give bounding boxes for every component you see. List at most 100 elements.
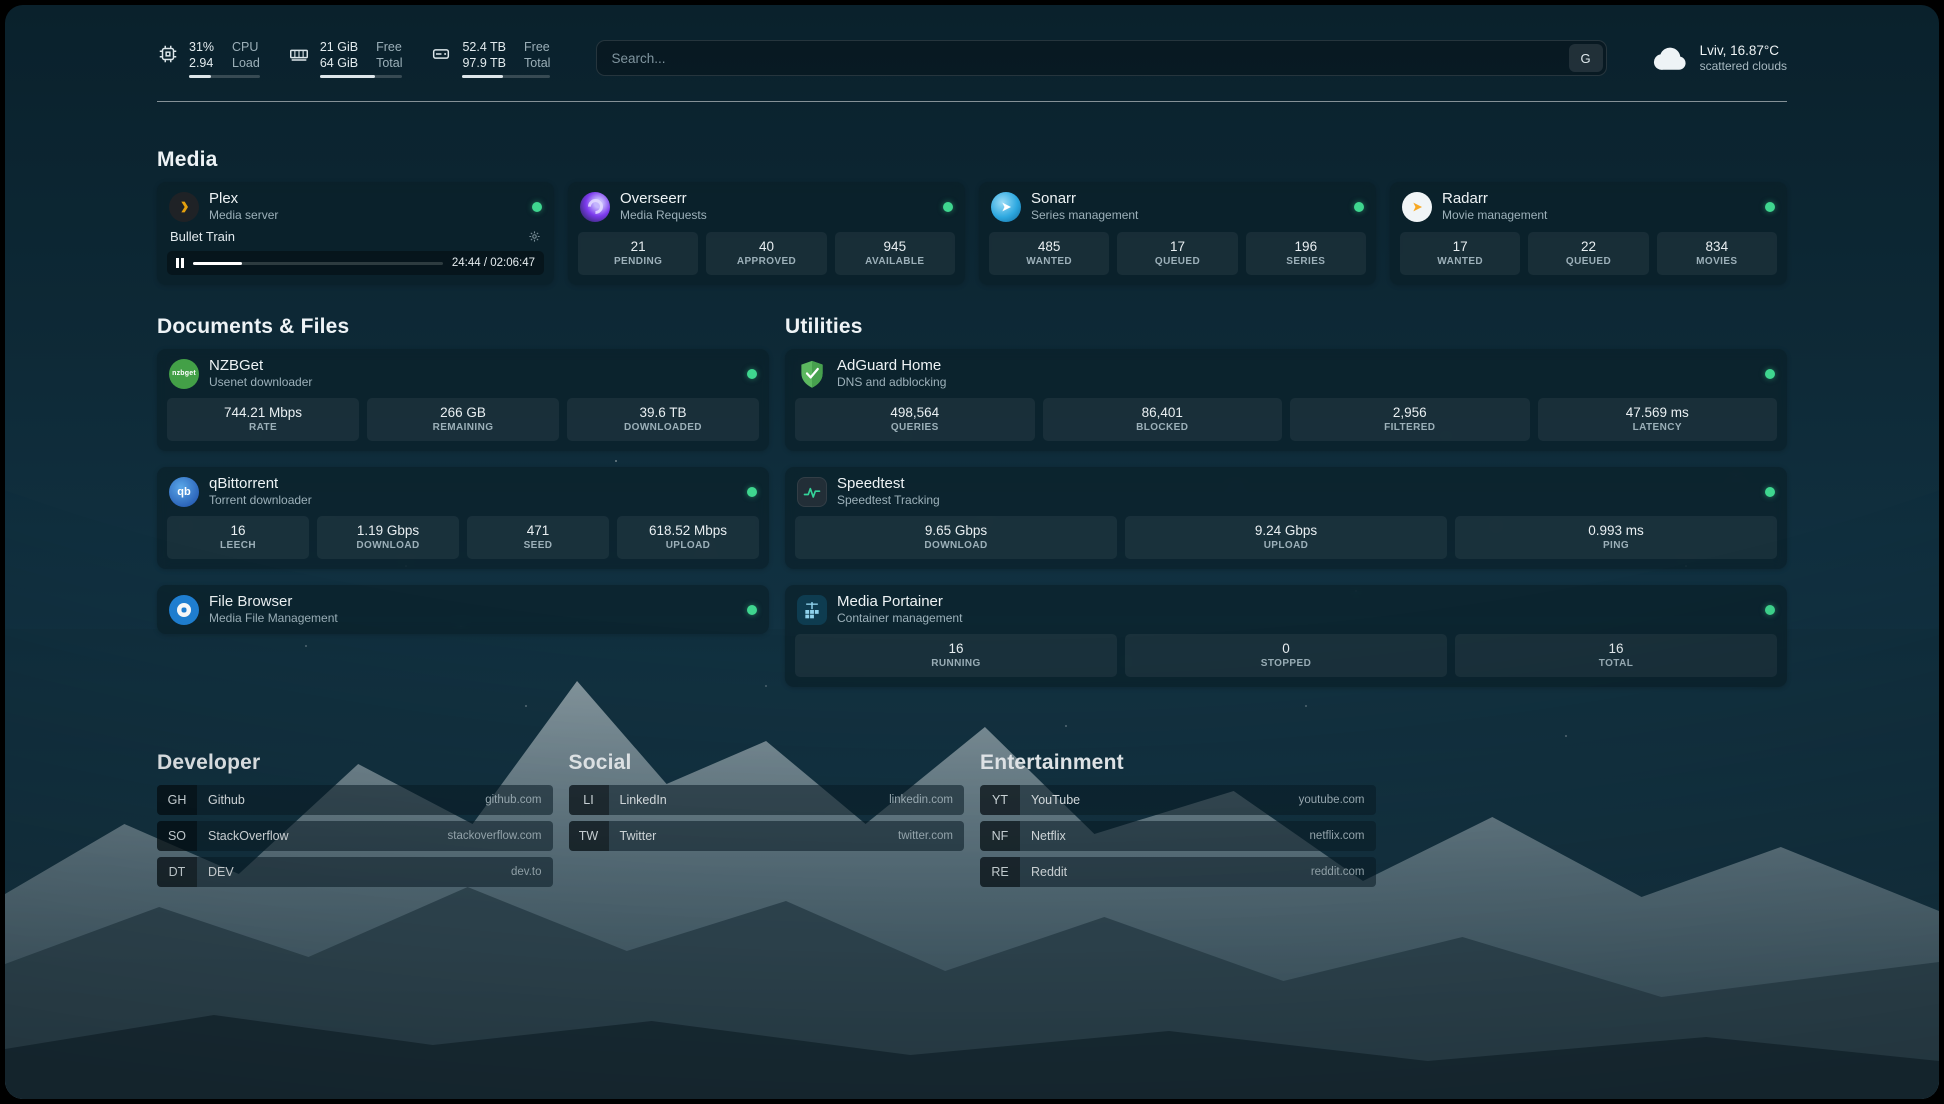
service-name: Media Portainer xyxy=(837,593,962,610)
stat-label: UPLOAD xyxy=(1127,540,1445,552)
stat-label: SERIES xyxy=(1248,256,1364,268)
bookmark-linkedin[interactable]: LILinkedInlinkedin.com xyxy=(569,785,965,815)
nzbget-icon: nzbget xyxy=(169,359,199,389)
resource-usage-bar xyxy=(462,75,550,78)
documents-card-stack: nzbgetNZBGetUsenet downloader744.21 Mbps… xyxy=(157,349,769,634)
bookmark-reddit[interactable]: RERedditreddit.com xyxy=(980,857,1376,887)
adguard-icon xyxy=(797,359,827,389)
stat-value: 471 xyxy=(469,522,607,539)
status-indicator xyxy=(1765,605,1775,615)
stat-label: LATENCY xyxy=(1540,422,1776,434)
stat-box: 17QUEUED xyxy=(1117,232,1237,275)
stat-value: 17 xyxy=(1119,238,1235,255)
resource-value: 21 GiB xyxy=(320,39,358,55)
stat-box: 2,956FILTERED xyxy=(1290,398,1530,441)
stat-box: 945AVAILABLE xyxy=(835,232,955,275)
search-engine-button[interactable]: G xyxy=(1569,44,1603,72)
bookmark-url: youtube.com xyxy=(1299,785,1376,815)
stat-box: 618.52 MbpsUPLOAD xyxy=(617,516,759,559)
stat-value: 39.6 TB xyxy=(569,404,757,421)
stat-label: MOVIES xyxy=(1659,256,1775,268)
service-name: Sonarr xyxy=(1031,190,1138,207)
service-link-sonarr[interactable]: SonarrSeries management xyxy=(979,182,1376,231)
service-card-nzbget: nzbgetNZBGetUsenet downloader744.21 Mbps… xyxy=(157,349,769,451)
bookmark-url: dev.to xyxy=(511,857,552,887)
bookmark-dev[interactable]: DTDEV dev.to xyxy=(157,857,553,887)
status-indicator xyxy=(1765,202,1775,212)
filebrowser-icon xyxy=(169,595,199,625)
stat-box: 196SERIES xyxy=(1246,232,1366,275)
service-stats: 9.65 GbpsDOWNLOAD9.24 GbpsUPLOAD0.993 ms… xyxy=(785,516,1787,569)
resource-label: Total xyxy=(524,55,550,71)
utilities-card-stack: AdGuard HomeDNS and adblocking498,564QUE… xyxy=(785,349,1787,687)
service-name: Overseerr xyxy=(620,190,707,207)
service-link-radarr[interactable]: RadarrMovie management xyxy=(1390,182,1787,231)
bookmark-abbr: YT xyxy=(980,785,1020,815)
stat-value: 16 xyxy=(797,640,1115,657)
disk-icon xyxy=(430,43,452,65)
plex-icon xyxy=(169,192,199,222)
service-link-overseerr[interactable]: OverseerrMedia Requests xyxy=(568,182,965,231)
stat-value: 266 GB xyxy=(369,404,557,421)
resource-value: 2.94 xyxy=(189,55,214,71)
stat-box: 39.6 TBDOWNLOADED xyxy=(567,398,759,441)
bookmark-abbr: RE xyxy=(980,857,1020,887)
top-bar: 31%CPU2.94Load21 GiBFree64 GiBTotal52.4 … xyxy=(157,35,1787,81)
service-stats: 498,564QUERIES86,401BLOCKED2,956FILTERED… xyxy=(785,398,1787,451)
weather-widget: Lviv, 16.87°C scattered clouds xyxy=(1653,42,1787,74)
service-link-file-browser[interactable]: File BrowserMedia File Management xyxy=(157,585,769,634)
stat-box: 86,401BLOCKED xyxy=(1043,398,1283,441)
bookmark-stackoverflow[interactable]: SOStackOverflowstackoverflow.com xyxy=(157,821,553,851)
stat-value: 9.24 Gbps xyxy=(1127,522,1445,539)
playback-time: 24:44 / 02:06:47 xyxy=(452,257,535,269)
bookmark-abbr: SO xyxy=(157,821,197,851)
service-stats: 17WANTED22QUEUED834MOVIES xyxy=(1390,232,1787,285)
service-link-media-portainer[interactable]: Media PortainerContainer management xyxy=(785,585,1787,634)
stat-value: 834 xyxy=(1659,238,1775,255)
stat-box: 834MOVIES xyxy=(1657,232,1777,275)
section-utilities: Utilities AdGuard HomeDNS and adblocking… xyxy=(785,315,1787,703)
service-link-speedtest[interactable]: SpeedtestSpeedtest Tracking xyxy=(785,467,1787,516)
resource-usage-fill xyxy=(320,75,375,78)
service-link-plex[interactable]: PlexMedia server xyxy=(157,182,554,231)
stat-box: 17WANTED xyxy=(1400,232,1520,275)
resource-value: 31% xyxy=(189,39,214,55)
service-link-nzbget[interactable]: nzbgetNZBGetUsenet downloader xyxy=(157,349,769,398)
stat-value: 16 xyxy=(169,522,307,539)
bookmark-youtube[interactable]: YTYouTube youtube.com xyxy=(980,785,1376,815)
status-indicator xyxy=(747,487,757,497)
bookmark-twitter[interactable]: TWTwittertwitter.com xyxy=(569,821,965,851)
gear-icon[interactable] xyxy=(528,230,541,243)
search-input[interactable] xyxy=(597,41,1565,75)
stat-box: 0STOPPED xyxy=(1125,634,1447,677)
playback-progress-fill xyxy=(193,262,242,265)
snow-specks xyxy=(5,5,7,7)
service-link-adguard-home[interactable]: AdGuard HomeDNS and adblocking xyxy=(785,349,1787,398)
section-title-entertainment: Entertainment xyxy=(980,751,1376,775)
bookmark-groups: DeveloperGHGithubgithub.comSOStackOverfl… xyxy=(157,751,1787,933)
bookmark-name: DEV xyxy=(197,857,245,887)
stat-label: APPROVED xyxy=(708,256,824,268)
stat-value: 1.19 Gbps xyxy=(319,522,457,539)
playback-progress[interactable] xyxy=(193,262,443,265)
service-description: Usenet downloader xyxy=(209,375,312,390)
resource-widgets: 31%CPU2.94Load21 GiBFree64 GiBTotal52.4 … xyxy=(157,39,550,78)
pause-button[interactable] xyxy=(176,258,184,268)
sonarr-icon xyxy=(991,192,1021,222)
stat-label: STOPPED xyxy=(1127,658,1445,670)
bookmark-name: YouTube xyxy=(1020,785,1091,815)
weather-text: Lviv, 16.87°C scattered clouds xyxy=(1700,42,1787,74)
bookmark-github[interactable]: GHGithubgithub.com xyxy=(157,785,553,815)
resource-label: Free xyxy=(376,39,402,55)
weather-condition: scattered clouds xyxy=(1700,59,1787,74)
stat-label: DOWNLOAD xyxy=(319,540,457,552)
bookmark-abbr: DT xyxy=(157,857,197,887)
bookmark-group-entertainment: Entertainment YTYouTube youtube.com NFNetfl… xyxy=(980,751,1376,893)
stat-box: 9.65 GbpsDOWNLOAD xyxy=(795,516,1117,559)
bookmark-url: stackoverflow.com xyxy=(448,821,553,851)
stat-label: WANTED xyxy=(991,256,1107,268)
media-player-bar: 24:44 / 02:06:47 xyxy=(167,251,544,275)
bookmark-netflix[interactable]: NFNetflixnetflix.com xyxy=(980,821,1376,851)
service-link-qbittorrent[interactable]: qbqBittorrentTorrent downloader xyxy=(157,467,769,516)
bookmark-name: Reddit xyxy=(1020,857,1078,887)
